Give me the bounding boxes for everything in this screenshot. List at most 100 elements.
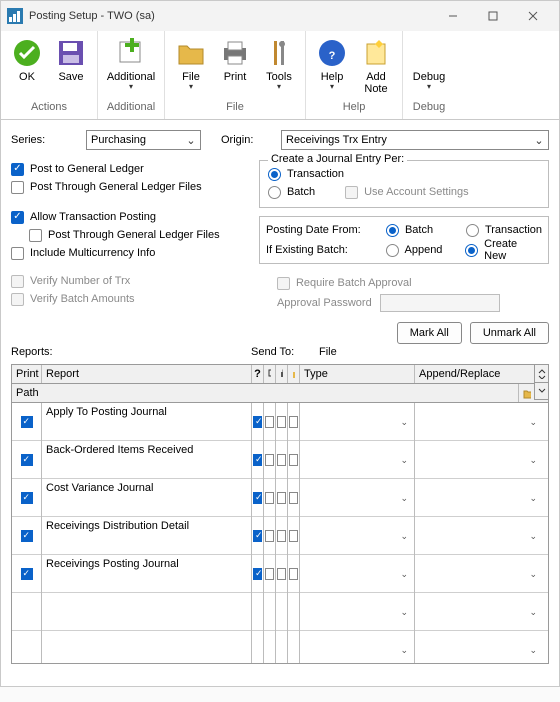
reports-label: Reports: (11, 346, 251, 358)
maximize-button[interactable] (473, 1, 513, 31)
screen-check[interactable] (265, 454, 274, 466)
type-dropdown[interactable]: ⌄ (304, 527, 410, 545)
radio-transaction[interactable]: Transaction (268, 165, 540, 183)
printer-check[interactable] (277, 416, 286, 428)
col-print[interactable]: Print (12, 365, 42, 383)
printer-check[interactable] (277, 568, 286, 580)
debug-button[interactable]: Debug▾ (407, 35, 451, 97)
append-replace-dropdown[interactable]: ⌄ (419, 489, 539, 507)
col-screen-icon[interactable] (264, 365, 276, 383)
ask-check[interactable] (253, 568, 262, 580)
collapse-toggle-icon[interactable] (534, 382, 549, 400)
screen-check[interactable] (265, 568, 274, 580)
file-check[interactable] (289, 568, 298, 580)
verify-num-checkbox: Verify Number of Trx (11, 272, 247, 290)
radio-ieb-append[interactable]: Append (386, 244, 466, 257)
file-check[interactable] (289, 492, 298, 504)
col-type[interactable]: Type (300, 365, 415, 383)
type-dropdown[interactable]: ⌄ (304, 641, 410, 659)
table-row[interactable]: ⌄⌄ (12, 631, 548, 663)
append-replace-dropdown[interactable]: ⌄ (419, 565, 539, 583)
require-approval-checkbox: Require Batch Approval (259, 274, 549, 292)
file-button[interactable]: File▾ (169, 35, 213, 97)
mark-all-button[interactable]: Mark All (397, 322, 462, 344)
append-replace-dropdown[interactable]: ⌄ (419, 641, 539, 659)
chevron-down-icon: ▾ (330, 83, 334, 91)
add-note-button[interactable]: Add Note (354, 35, 398, 97)
col-path[interactable]: Path (12, 384, 519, 402)
file-check[interactable] (289, 530, 298, 542)
ask-check[interactable] (253, 492, 262, 504)
ribbon: OK Save Actions Additional▾ Additional F… (1, 31, 559, 120)
type-dropdown[interactable]: ⌄ (304, 451, 410, 469)
printer-check[interactable] (277, 492, 286, 504)
origin-dropdown[interactable]: Receivings Trx Entry ⌄ (281, 130, 549, 150)
col-append-replace[interactable]: Append/Replace (415, 365, 543, 383)
include-mc-checkbox[interactable]: Include Multicurrency Info (11, 244, 247, 262)
save-button[interactable]: Save (49, 35, 93, 97)
ok-button[interactable]: OK (5, 35, 49, 97)
col-folder-icon[interactable] (288, 365, 300, 383)
printer-check[interactable] (277, 530, 286, 542)
journal-entry-fieldset: Create a Journal Entry Per: Transaction … (259, 160, 549, 208)
table-row[interactable]: Cost Variance Journal ⌄ ⌄ (12, 479, 548, 517)
type-dropdown[interactable]: ⌄ (304, 603, 410, 621)
col-printer-icon[interactable] (276, 365, 288, 383)
print-check[interactable] (21, 416, 33, 428)
ask-check[interactable] (253, 416, 262, 428)
radio-pdf-batch[interactable]: Batch (386, 224, 466, 237)
screen-check[interactable] (265, 416, 274, 428)
print-check[interactable] (21, 530, 33, 542)
use-account-settings-checkbox: Use Account Settings (345, 186, 469, 199)
tools-button[interactable]: Tools▾ (257, 35, 301, 97)
post-through-checkbox[interactable]: Post Through General Ledger Files (11, 178, 247, 196)
print-check[interactable] (21, 492, 33, 504)
titlebar: Posting Setup - TWO (sa) (1, 1, 559, 31)
type-dropdown[interactable]: ⌄ (304, 413, 410, 431)
chevron-down-icon: ⌄ (184, 133, 198, 147)
additional-button[interactable]: Additional▾ (102, 35, 160, 97)
post-gl-checkbox[interactable]: Post to General Ledger (11, 160, 247, 178)
ask-check[interactable] (253, 530, 262, 542)
table-row[interactable]: Receivings Posting Journal⌄⌄ (12, 555, 548, 593)
file-check[interactable] (289, 416, 298, 428)
allow-trx-checkbox[interactable]: Allow Transaction Posting (11, 208, 247, 226)
table-row[interactable]: Back-Ordered Items Received⌄⌄ (12, 441, 548, 479)
file-check[interactable] (289, 454, 298, 466)
radio-batch[interactable]: Batch (268, 186, 315, 199)
post-through2-checkbox[interactable]: Post Through General Ledger Files (11, 226, 247, 244)
print-check[interactable] (21, 454, 33, 466)
append-replace-dropdown[interactable]: ⌄ (419, 413, 539, 431)
radio-ieb-create[interactable]: Create New (465, 238, 542, 262)
print-check[interactable] (21, 568, 33, 580)
screen-check[interactable] (265, 492, 274, 504)
report-name: Cost Variance Journal (42, 479, 252, 517)
help-button[interactable]: ? Help▾ (310, 35, 354, 97)
group-additional: Additional (102, 97, 160, 119)
type-dropdown[interactable]: ⌄ (304, 565, 410, 583)
unmark-all-button[interactable]: Unmark All (470, 322, 549, 344)
window-title: Posting Setup - TWO (sa) (29, 10, 433, 22)
type-dropdown[interactable]: ⌄ (304, 489, 410, 507)
col-report[interactable]: Report (42, 365, 252, 383)
ask-check[interactable] (253, 454, 262, 466)
append-replace-dropdown[interactable]: ⌄ (419, 451, 539, 469)
table-row[interactable]: ⌄⌄ (12, 593, 548, 631)
series-dropdown[interactable]: Purchasing ⌄ (86, 130, 201, 150)
table-row[interactable]: Apply To Posting Journal⌄⌄ (12, 403, 548, 441)
expand-toggle-icon[interactable] (534, 364, 549, 382)
approval-password-input (380, 294, 500, 312)
printer-check[interactable] (277, 454, 286, 466)
minimize-button[interactable] (433, 1, 473, 31)
col-question[interactable]: ? (252, 365, 264, 383)
close-button[interactable] (513, 1, 553, 31)
append-replace-dropdown[interactable]: ⌄ (419, 603, 539, 621)
table-row[interactable]: Receivings Distribution Detail ⌄ ⌄ (12, 517, 548, 555)
append-replace-dropdown[interactable]: ⌄ (419, 527, 539, 545)
print-button[interactable]: Print (213, 35, 257, 97)
radio-pdf-transaction[interactable]: Transaction (466, 224, 542, 237)
path-folder-icon[interactable] (519, 384, 535, 402)
screen-check[interactable] (265, 530, 274, 542)
group-actions: Actions (5, 97, 93, 119)
report-name: Receivings Distribution Detail (42, 517, 252, 555)
